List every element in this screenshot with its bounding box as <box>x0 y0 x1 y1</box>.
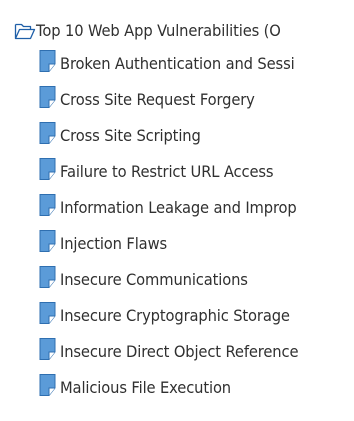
tree-item-label: Insecure Cryptographic Storage <box>60 305 290 325</box>
document-icon <box>38 121 58 145</box>
tree-item-label: Injection Flaws <box>60 233 168 253</box>
tree-item-injection-flaws[interactable]: Injection Flaws <box>38 227 354 260</box>
tree-item-failure-to-restrict-url-access[interactable]: Failure to Restrict URL Access <box>38 155 354 188</box>
tree-item-information-leakage[interactable]: Information Leakage and Improp <box>38 191 354 224</box>
tree-item-label: Cross Site Scripting <box>60 125 201 145</box>
tree-item-label: Insecure Direct Object Reference <box>60 341 299 361</box>
tree-item-cross-site-request-forgery[interactable]: Cross Site Request Forgery <box>38 83 354 116</box>
document-icon <box>38 301 58 325</box>
document-icon <box>38 337 58 361</box>
tree-item-label: Insecure Communications <box>60 269 248 289</box>
tree-root-label: Top 10 Web App Vulnerabilities (O <box>36 20 281 40</box>
tree-item-label: Information Leakage and Improp <box>60 197 297 217</box>
document-icon <box>38 373 58 397</box>
tree-item-malicious-file-execution[interactable]: Malicious File Execution <box>38 371 354 404</box>
tree-item-insecure-communications[interactable]: Insecure Communications <box>38 263 354 296</box>
document-icon <box>38 49 58 73</box>
document-icon <box>38 193 58 217</box>
tree-item-broken-authentication[interactable]: Broken Authentication and Sessi <box>38 47 354 80</box>
document-icon <box>38 229 58 253</box>
document-icon <box>38 85 58 109</box>
tree-item-label: Cross Site Request Forgery <box>60 89 255 109</box>
document-icon <box>38 265 58 289</box>
document-icon <box>38 157 58 181</box>
tree-item-cross-site-scripting[interactable]: Cross Site Scripting <box>38 119 354 152</box>
tree-item-label: Malicious File Execution <box>60 377 232 397</box>
tree-item-label: Broken Authentication and Sessi <box>60 53 295 73</box>
tree-item-insecure-cryptographic-storage[interactable]: Insecure Cryptographic Storage <box>38 299 354 332</box>
open-folder-icon <box>14 22 36 40</box>
tree-item-insecure-direct-object-reference[interactable]: Insecure Direct Object Reference <box>38 335 354 368</box>
tree-view: Top 10 Web App Vulnerabilities (O Broken… <box>0 0 354 421</box>
tree-item-label: Failure to Restrict URL Access <box>60 161 274 181</box>
tree-root-node[interactable]: Top 10 Web App Vulnerabilities (O <box>14 14 354 47</box>
